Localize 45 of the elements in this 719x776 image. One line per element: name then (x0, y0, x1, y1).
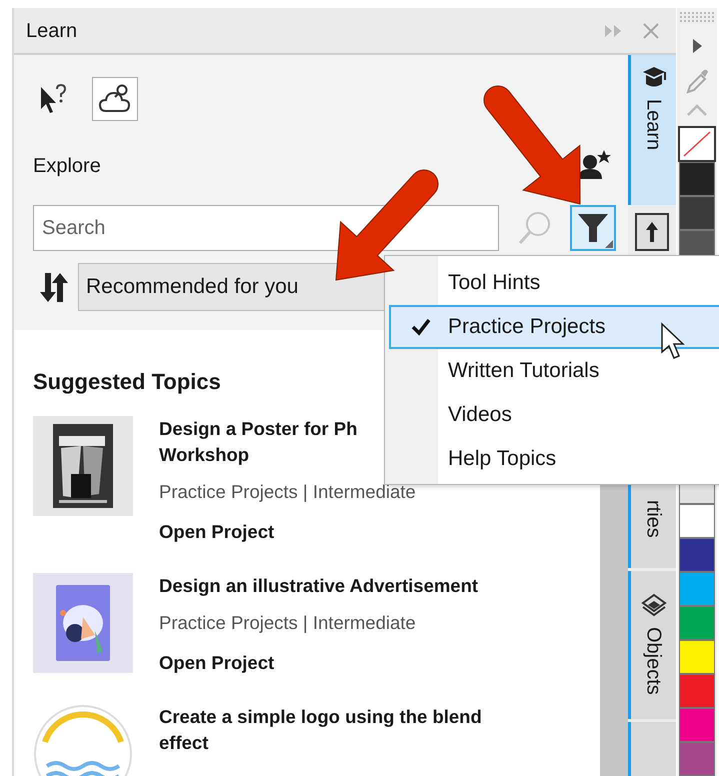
arrow-up-icon (644, 220, 660, 244)
dropdown-corner-icon (605, 240, 613, 248)
color-swatch[interactable] (679, 606, 715, 640)
menu-item[interactable]: Practice Projects (389, 305, 719, 349)
topic-meta: Practice Projects | Intermediate (159, 611, 416, 635)
menu-item[interactable]: Written Tutorials (389, 349, 719, 393)
color-swatch[interactable] (679, 674, 715, 708)
no-color-swatch[interactable] (678, 126, 716, 162)
menu-item[interactable]: Help Topics (389, 437, 719, 481)
color-swatch[interactable] (679, 504, 715, 538)
menu-item[interactable]: Videos (389, 393, 719, 437)
window-title: Learn (26, 18, 78, 44)
sort-icon[interactable] (38, 271, 70, 303)
color-swatch[interactable] (679, 742, 715, 776)
checkmark-icon (410, 318, 430, 336)
grip-handle-icon[interactable] (680, 12, 714, 24)
topic-title: Design an illustrative Advertisement (159, 574, 478, 598)
graduation-cap-icon (640, 65, 666, 89)
play-icon[interactable] (691, 38, 703, 54)
color-swatch[interactable] (679, 538, 715, 572)
topic-meta: Practice Projects | Intermediate (159, 480, 416, 504)
help-pointer-icon[interactable] (38, 83, 66, 115)
cloud-search-icon (98, 83, 132, 115)
mouse-cursor-icon (660, 322, 686, 362)
topic-title: Design a Poster for Ph Workshop (159, 417, 358, 467)
docker-tab[interactable]: Learn (628, 55, 676, 205)
open-project-link[interactable]: Open Project (159, 650, 274, 676)
close-icon[interactable] (642, 22, 660, 40)
section-label: Explore (33, 154, 101, 179)
layers-icon (640, 593, 666, 617)
filter-button[interactable] (570, 205, 616, 251)
docker-tab[interactable]: Objects (628, 571, 676, 719)
color-swatch[interactable] (679, 640, 715, 674)
open-project-link[interactable]: Open Project (159, 519, 274, 545)
color-swatch[interactable] (679, 196, 715, 230)
cloud-search-button[interactable] (92, 77, 138, 121)
search-field[interactable]: Search (33, 205, 500, 251)
color-swatch[interactable] (679, 572, 715, 606)
section-heading: Suggested Topics (33, 368, 221, 396)
color-swatch[interactable] (679, 162, 715, 196)
topic-title: Create a simple logo using the blend effect (159, 705, 482, 755)
eyedropper-icon[interactable] (684, 68, 710, 94)
filter-icon (577, 213, 610, 243)
color-swatch[interactable] (679, 708, 715, 742)
export-button[interactable] (635, 213, 669, 251)
